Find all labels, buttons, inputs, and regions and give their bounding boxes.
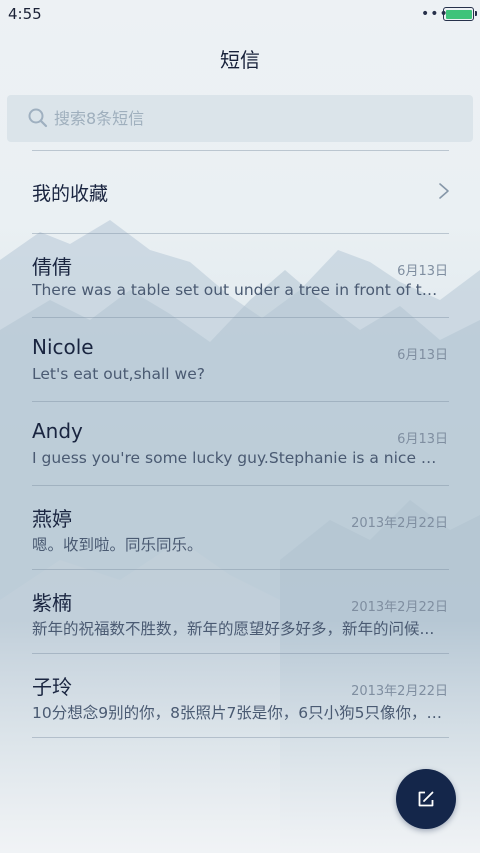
message-sender: Nicole	[32, 335, 94, 359]
favorites-label: 我的收藏	[32, 183, 109, 205]
message-sender: 倩倩	[32, 255, 72, 279]
divider	[32, 737, 449, 738]
message-date: 2013年2月22日	[351, 516, 448, 531]
message-sender: 燕婷	[32, 507, 72, 531]
message-date: 6月13日	[397, 348, 448, 363]
message-preview: 新年的祝福数不胜数，新年的愿望好多好多，新年的问候...	[32, 620, 435, 638]
message-date: 2013年2月22日	[351, 600, 448, 615]
message-sender: 子玲	[32, 675, 72, 699]
message-date: 6月13日	[397, 264, 448, 279]
compose-icon	[418, 791, 434, 807]
message-item[interactable]: 紫楠 2013年2月22日 新年的祝福数不胜数，新年的愿望好多好多，新年的问候.…	[0, 570, 480, 654]
message-preview: 10分想念9别的你，8张照片7张是你，6只小狗5只像你，4...	[32, 704, 445, 722]
message-preview: Let's eat out,shall we?	[32, 365, 205, 383]
battery-icon	[443, 7, 477, 21]
message-item[interactable]: 子玲 2013年2月22日 10分想念9别的你，8张照片7张是你，6只小狗5只像…	[0, 654, 480, 738]
compose-button[interactable]	[396, 769, 456, 829]
message-preview: 嗯。收到啦。同乐同乐。	[32, 536, 203, 554]
message-item[interactable]: Nicole 6月13日 Let's eat out,shall we?	[0, 318, 480, 402]
message-item[interactable]: Andy 6月13日 I guess you're some lucky guy…	[0, 402, 480, 486]
messages-screen: 4:55 ••• 短信 我的收藏 倩倩 6月13日 There was a ta…	[0, 0, 480, 853]
message-sender: Andy	[32, 419, 83, 443]
status-bar: 4:55 •••	[0, 0, 480, 28]
message-preview: There was a table set out under a tree i…	[32, 281, 445, 299]
message-item[interactable]: 倩倩 6月13日 There was a table set out under…	[0, 234, 480, 318]
message-preview: I guess you're some lucky guy.Stephanie …	[32, 449, 445, 467]
page-title: 短信	[220, 48, 260, 72]
search-bar[interactable]	[7, 95, 473, 142]
favorites-row[interactable]: 我的收藏	[0, 150, 480, 233]
search-input[interactable]	[54, 95, 454, 142]
battery-level	[445, 9, 472, 19]
message-date: 6月13日	[397, 432, 448, 447]
search-icon	[28, 108, 48, 128]
message-date: 2013年2月22日	[351, 684, 448, 699]
message-sender: 紫楠	[32, 591, 72, 615]
status-time: 4:55	[8, 5, 42, 23]
message-item[interactable]: 燕婷 2013年2月22日 嗯。收到啦。同乐同乐。	[0, 486, 480, 570]
chevron-right-icon	[439, 183, 449, 199]
